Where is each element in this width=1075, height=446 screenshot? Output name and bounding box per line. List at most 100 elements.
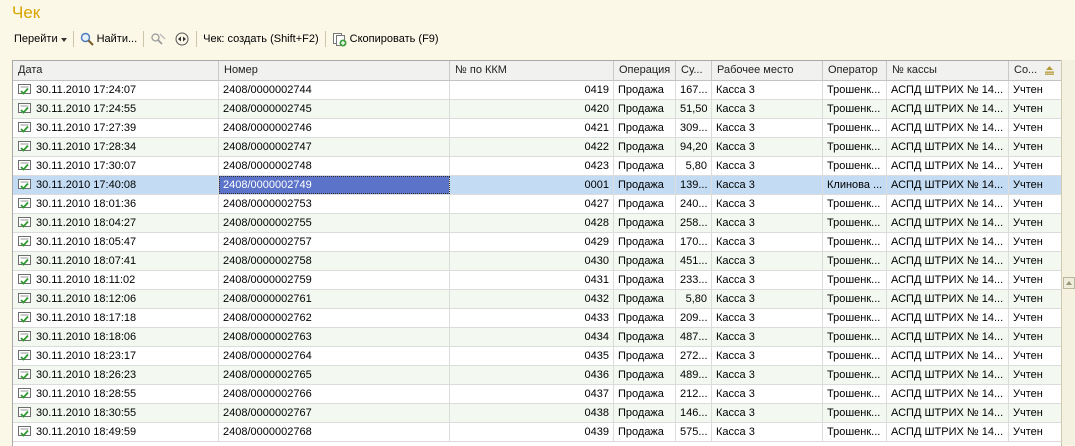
- goto-button[interactable]: Перейти: [10, 29, 71, 49]
- cell-date-text: 30.11.2010 17:30:07: [36, 160, 137, 172]
- filter-off-button[interactable]: [146, 29, 170, 49]
- column-header-workplace[interactable]: Рабочее место: [712, 61, 823, 80]
- cell-sum: 575...: [676, 423, 712, 441]
- cell-sum: 451...: [676, 252, 712, 270]
- cell-register: АСПД ШТРИХ № 14...: [887, 366, 1009, 384]
- cell-status: Учтен: [1013, 274, 1043, 286]
- cell-register: АСПД ШТРИХ № 14...: [887, 176, 1009, 194]
- cell-date: 30.11.2010 18:04:27: [13, 214, 219, 232]
- cell-operation: Продажа: [614, 347, 676, 365]
- document-posted-icon: [18, 197, 31, 209]
- cell-status: Учтен: [1013, 312, 1043, 324]
- cell-kkm: 0427: [450, 195, 614, 213]
- table-row[interactable]: 30.11.2010 18:01:36 2408/0000002753 0427 Пр…: [13, 195, 1061, 214]
- search-disabled-icon: [151, 33, 166, 45]
- hierarchy-button[interactable]: [170, 29, 194, 49]
- cell-operation: Продажа: [614, 119, 676, 137]
- cell-sum: 209...: [676, 309, 712, 327]
- cell-workplace: Касса 3: [712, 195, 823, 213]
- cell-operator: Трошенк...: [823, 81, 887, 99]
- magnifier-icon: [80, 32, 94, 46]
- cell-sum: 240...: [676, 195, 712, 213]
- cell-operation: Продажа: [614, 309, 676, 327]
- cell-operation: Продажа: [614, 404, 676, 422]
- cell-sum: 139...: [676, 176, 712, 194]
- cell-status: Учтен: [1013, 350, 1043, 362]
- cell-status: Учтен: [1013, 236, 1043, 248]
- cell-operation: Продажа: [614, 385, 676, 403]
- cell-status: Учтен: [1013, 198, 1043, 210]
- cell-operation: Продажа: [614, 366, 676, 384]
- table-row[interactable]: 30.11.2010 17:27:39 2408/0000002746 0421 Пр…: [13, 119, 1061, 138]
- column-header-operator[interactable]: Оператор: [823, 61, 887, 80]
- find-label: Найти...: [96, 33, 138, 45]
- table-row[interactable]: 30.11.2010 17:24:07 2408/0000002744 0419 Пр…: [13, 81, 1061, 100]
- table-row[interactable]: 30.11.2010 18:28:55 2408/0000002766 0437 Пр…: [13, 385, 1061, 404]
- vertical-scrollbar[interactable]: [1061, 60, 1075, 445]
- cell-date-text: 30.11.2010 18:49:59: [36, 426, 137, 438]
- cell-register: АСПД ШТРИХ № 14...: [887, 100, 1009, 118]
- column-header-sum[interactable]: Су...: [676, 61, 712, 80]
- cell-date: 30.11.2010 18:11:02: [13, 271, 219, 289]
- cell-workplace: Касса 3: [712, 100, 823, 118]
- cell-number: 2408/0000002744: [219, 81, 450, 99]
- cell-operator: Трошенк...: [823, 309, 887, 327]
- table-row[interactable]: 30.11.2010 18:18:06 2408/0000002763 0434 Пр…: [13, 328, 1061, 347]
- cell-register: АСПД ШТРИХ № 14...: [887, 157, 1009, 175]
- document-posted-icon: [18, 83, 31, 95]
- table-row[interactable]: 30.11.2010 17:40:08 2408/0000002749 0001 Пр…: [13, 176, 1061, 195]
- cell-number: 2408/0000002749: [219, 176, 450, 194]
- column-header-status[interactable]: Со...: [1009, 61, 1061, 80]
- cell-workplace: Касса 3: [712, 328, 823, 346]
- document-posted-icon: [18, 159, 31, 171]
- table-header: Дата Номер № по ККМ Операция Су... Рабоч…: [13, 61, 1061, 81]
- column-header-kkm[interactable]: № по ККМ: [450, 61, 614, 80]
- document-posted-icon: [18, 368, 31, 380]
- table-row[interactable]: 30.11.2010 18:30:55 2408/0000002767 0438 Пр…: [13, 404, 1061, 423]
- table-row[interactable]: 30.11.2010 18:12:06 2408/0000002761 0432 Пр…: [13, 290, 1061, 309]
- cell-date: 30.11.2010 17:40:08: [13, 176, 219, 194]
- cell-register: АСПД ШТРИХ № 14...: [887, 290, 1009, 308]
- cell-date-text: 30.11.2010 18:30:55: [36, 407, 137, 419]
- find-button[interactable]: Найти...: [76, 29, 142, 49]
- cell-operator: Трошенк...: [823, 195, 887, 213]
- document-posted-icon: [18, 235, 31, 247]
- cell-operator: Трошенк...: [823, 423, 887, 441]
- cell-operation: Продажа: [614, 100, 676, 118]
- table-row[interactable]: 30.11.2010 17:28:34 2408/0000002747 0422 Пр…: [13, 138, 1061, 157]
- column-header-operation[interactable]: Операция: [614, 61, 676, 80]
- cell-date: 30.11.2010 18:28:55: [13, 385, 219, 403]
- documents-table[interactable]: Дата Номер № по ККМ Операция Су... Рабоч…: [12, 60, 1062, 446]
- column-header-register[interactable]: № кассы: [887, 61, 1009, 80]
- table-row[interactable]: 30.11.2010 18:07:41 2408/0000002758 0430 Пр…: [13, 252, 1061, 271]
- cell-operation: Продажа: [614, 81, 676, 99]
- table-row[interactable]: 30.11.2010 18:04:27 2408/0000002755 0428 Пр…: [13, 214, 1061, 233]
- document-posted-icon: [18, 121, 31, 133]
- copy-button[interactable]: Скопировать (F9): [328, 29, 443, 49]
- cell-workplace: Касса 3: [712, 157, 823, 175]
- table-row[interactable]: 30.11.2010 17:24:55 2408/0000002745 0420 Пр…: [13, 100, 1061, 119]
- cell-sum: 5,80: [676, 157, 712, 175]
- cell-register: АСПД ШТРИХ № 14...: [887, 404, 1009, 422]
- toolbar-separator: [196, 31, 198, 47]
- column-header-number[interactable]: Номер: [219, 61, 450, 80]
- cell-operator: Трошенк...: [823, 138, 887, 156]
- column-header-date[interactable]: Дата: [13, 61, 219, 80]
- table-row[interactable]: 30.11.2010 18:11:02 2408/0000002759 0431 Пр…: [13, 271, 1061, 290]
- cell-kkm: 0421: [450, 119, 614, 137]
- document-posted-icon: [18, 178, 31, 190]
- table-row[interactable]: 30.11.2010 18:23:17 2408/0000002764 0435 Пр…: [13, 347, 1061, 366]
- table-row[interactable]: 30.11.2010 17:30:07 2408/0000002748 0423 Пр…: [13, 157, 1061, 176]
- cell-sum: 170...: [676, 233, 712, 251]
- cell-operator: Трошенк...: [823, 233, 887, 251]
- cell-sum: 489...: [676, 366, 712, 384]
- table-row[interactable]: 30.11.2010 18:26:23 2408/0000002765 0436 Пр…: [13, 366, 1061, 385]
- table-row[interactable]: 30.11.2010 18:05:47 2408/0000002757 0429 Пр…: [13, 233, 1061, 252]
- create-check-button[interactable]: Чек: создать (Shift+F2): [199, 29, 323, 49]
- scroll-up-button[interactable]: [1063, 277, 1075, 289]
- cell-number: 2408/0000002764: [219, 347, 450, 365]
- table-row[interactable]: 30.11.2010 18:49:59 2408/0000002768 0439 Пр…: [13, 423, 1061, 442]
- table-row[interactable]: 30.11.2010 18:17:18 2408/0000002762 0433 Пр…: [13, 309, 1061, 328]
- cell-date: 30.11.2010 18:30:55: [13, 404, 219, 422]
- page-title: Чек: [12, 3, 41, 22]
